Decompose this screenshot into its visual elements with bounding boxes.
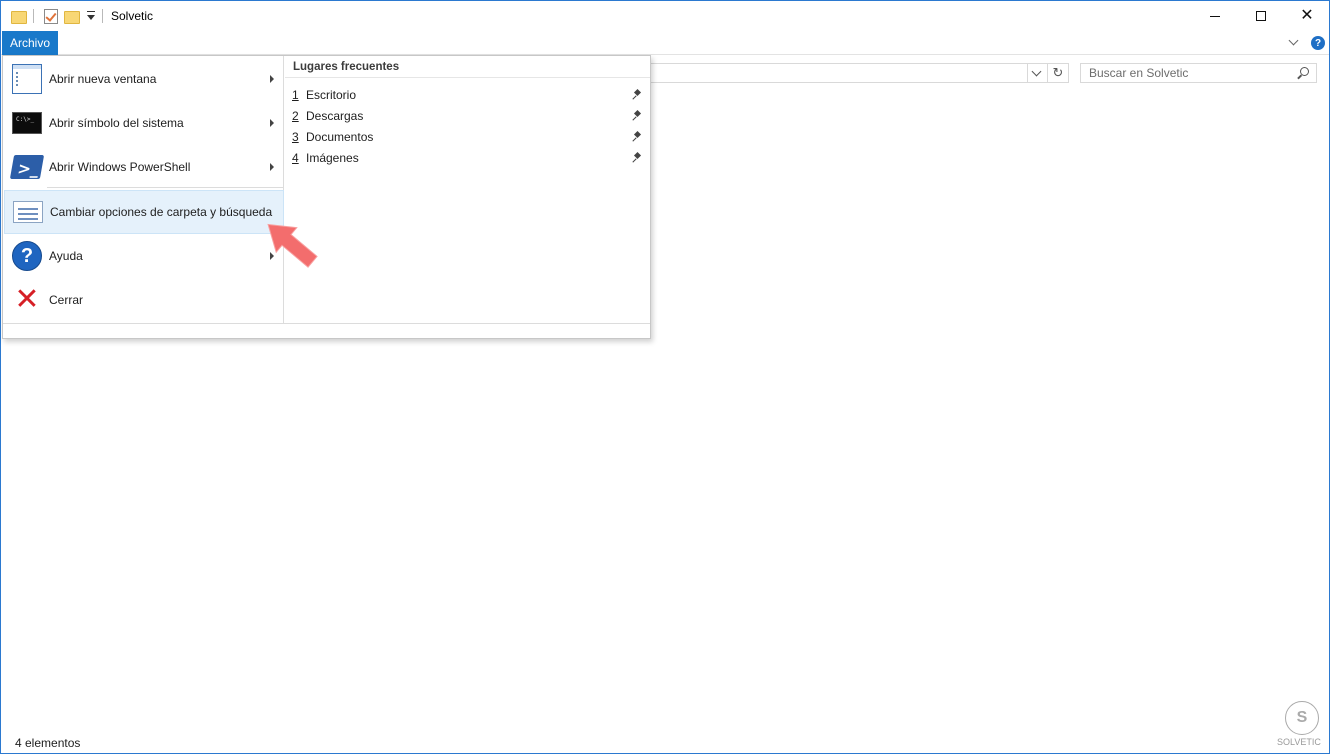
ribbon-tab-row: Archivo ? <box>1 31 1329 55</box>
close-icon: ✕ <box>1300 7 1314 24</box>
annotation-arrow-icon <box>267 223 318 268</box>
place-name: Imágenes <box>306 151 359 165</box>
search-box[interactable] <box>1080 63 1317 83</box>
place-name: Documentos <box>306 130 374 144</box>
customize-toolbar-icon[interactable] <box>86 10 96 22</box>
place-number: 2 <box>292 109 299 123</box>
new-folder-icon[interactable] <box>64 9 80 24</box>
minimize-icon <box>1210 15 1220 17</box>
frequent-place-item[interactable]: 1 Escritorio <box>292 86 642 104</box>
search-icon[interactable] <box>1297 67 1309 79</box>
menu-item-open-command-prompt[interactable]: C:\>_ Abrir símbolo del sistema <box>4 101 284 145</box>
place-name: Descargas <box>306 109 364 123</box>
watermark-logo: S SOLVETIC <box>1267 701 1325 751</box>
file-menu: Abrir nueva ventana C:\>_ Abrir símbolo … <box>2 55 651 339</box>
expand-ribbon-icon[interactable] <box>1287 35 1301 49</box>
help-icon[interactable]: ? <box>1311 36 1325 50</box>
place-number: 1 <box>292 88 299 102</box>
watermark-text: SOLVETIC <box>1277 737 1321 747</box>
folder-options-icon <box>13 201 43 223</box>
file-menu-commands: Abrir nueva ventana C:\>_ Abrir símbolo … <box>3 56 284 323</box>
submenu-arrow-icon <box>270 75 274 83</box>
submenu-arrow-icon <box>270 163 274 171</box>
menu-item-label: Ayuda <box>49 249 83 263</box>
file-tab[interactable]: Archivo <box>2 31 58 55</box>
status-item-count: 4 elementos <box>15 736 81 750</box>
pin-icon[interactable] <box>632 111 642 121</box>
pin-icon[interactable] <box>632 153 642 163</box>
frequent-places-divider <box>285 77 650 78</box>
window-title: Solvetic <box>111 9 154 23</box>
powershell-glyph: >_ <box>16 159 41 178</box>
menu-item-label: Abrir símbolo del sistema <box>49 116 184 130</box>
menu-divider <box>47 187 283 188</box>
command-prompt-icon: C:\>_ <box>12 112 42 134</box>
menu-item-help[interactable]: ? Ayuda <box>4 234 284 278</box>
pin-icon[interactable] <box>632 90 642 100</box>
close-button[interactable]: ✕ <box>1284 1 1330 31</box>
place-name: Escritorio <box>306 88 357 102</box>
powershell-icon: >_ <box>9 155 45 179</box>
menu-item-label: Abrir Windows PowerShell <box>49 160 191 174</box>
toolbar-separator <box>102 9 103 23</box>
menu-item-label: Abrir nueva ventana <box>49 72 157 86</box>
frequent-places-title: Lugares frecuentes <box>293 61 400 73</box>
pin-icon[interactable] <box>632 132 642 142</box>
quick-access-toolbar <box>9 7 109 25</box>
close-red-icon: ✕ <box>14 282 40 317</box>
menu-item-label: Cerrar <box>49 293 84 307</box>
submenu-arrow-icon <box>270 119 274 127</box>
watermark-circle: S <box>1285 701 1319 735</box>
place-number: 4 <box>292 151 299 165</box>
search-input[interactable] <box>1081 64 1291 82</box>
frequent-place-item[interactable]: 2 Descargas <box>292 107 642 125</box>
place-number: 3 <box>292 130 299 144</box>
help-icon: ? <box>12 241 42 271</box>
explorer-window: Solvetic ✕ Archivo ? ↻ Abrir nueva venta… <box>0 0 1330 754</box>
frequent-places-panel: Lugares frecuentes 1 Escritorio 2 Descar… <box>285 56 650 323</box>
frequent-place-item[interactable]: 4 Imágenes <box>292 149 642 167</box>
menu-footer-divider <box>3 323 650 324</box>
folder-icon[interactable] <box>11 9 27 24</box>
properties-icon[interactable] <box>44 8 58 24</box>
maximize-button[interactable] <box>1238 1 1284 31</box>
menu-item-label: Cambiar opciones de carpeta y búsqueda <box>50 205 273 219</box>
title-bar: Solvetic ✕ <box>1 1 1329 31</box>
minimize-button[interactable] <box>1192 1 1238 31</box>
frequent-place-item[interactable]: 3 Documentos <box>292 128 642 146</box>
menu-item-close[interactable]: ✕ Cerrar <box>4 278 284 322</box>
maximize-icon <box>1256 11 1266 21</box>
menu-item-folder-options[interactable]: Cambiar opciones de carpeta y búsqueda <box>4 190 284 234</box>
toolbar-separator <box>33 9 34 23</box>
address-bar[interactable] <box>650 63 1048 83</box>
menu-item-open-new-window[interactable]: Abrir nueva ventana <box>4 57 284 101</box>
new-window-icon <box>12 64 42 94</box>
menu-item-open-powershell[interactable]: >_ Abrir Windows PowerShell <box>4 145 284 189</box>
address-history-dropdown[interactable] <box>1027 63 1047 83</box>
refresh-button[interactable]: ↻ <box>1047 63 1069 83</box>
command-prompt-text: C:\>_ <box>16 116 35 123</box>
